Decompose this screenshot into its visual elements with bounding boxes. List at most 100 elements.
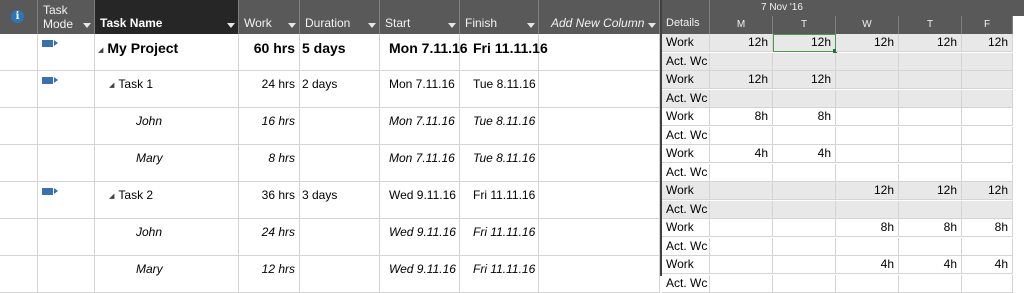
finish-cell[interactable]: Fri 11.11.16	[460, 256, 539, 293]
collapse-triangle-icon[interactable]: ◢	[109, 82, 114, 89]
finish-cell[interactable]: Tue 8.11.16	[460, 71, 539, 108]
name-cell[interactable]: ◢ Task 2	[95, 182, 239, 219]
timephased-cell[interactable]	[710, 89, 773, 108]
actual-work-detail-row[interactable]: Act. Wc	[662, 237, 1024, 256]
start-cell[interactable]: Mon 7.11.16	[380, 108, 460, 145]
timephased-cell[interactable]: 12h	[836, 34, 899, 52]
timephased-cell[interactable]: 12h	[710, 71, 773, 89]
work-cell[interactable]: 24 hrs	[239, 71, 300, 108]
timephased-cell[interactable]	[962, 108, 1013, 126]
timephased-cell[interactable]	[899, 200, 962, 219]
mode-cell[interactable]	[38, 145, 95, 182]
info-cell[interactable]	[0, 219, 38, 256]
chevron-down-icon[interactable]	[288, 23, 296, 28]
work-detail-row[interactable]: Work 12h 12h 12h	[662, 182, 1024, 200]
start-column-header[interactable]: Start	[380, 0, 460, 34]
info-cell[interactable]	[0, 108, 38, 145]
timephased-cell[interactable]	[962, 52, 1013, 71]
name-cell[interactable]: Mary	[95, 256, 239, 293]
timephased-cell[interactable]	[710, 237, 773, 256]
name-cell[interactable]: ◢ Task 1	[95, 71, 239, 108]
new-cell[interactable]	[539, 34, 660, 71]
finish-cell[interactable]: Tue 8.11.16	[460, 108, 539, 145]
task-name-column-header[interactable]: Task Name	[95, 0, 239, 34]
info-cell[interactable]	[0, 145, 38, 182]
timephased-cell[interactable]	[836, 200, 899, 219]
name-cell[interactable]: John	[95, 219, 239, 256]
add-new-column-header[interactable]: Add New Column	[539, 0, 660, 34]
new-cell[interactable]	[539, 219, 660, 256]
new-cell[interactable]	[539, 145, 660, 182]
start-cell[interactable]: Mon 7.11.16	[380, 145, 460, 182]
info-cell[interactable]	[0, 182, 38, 219]
work-detail-row[interactable]: Work 12h 12h 12h 12h 12h	[662, 34, 1024, 53]
duration-cell[interactable]: 2 days	[300, 71, 380, 108]
timephased-cell[interactable]	[899, 52, 962, 71]
mode-cell[interactable]	[38, 256, 95, 293]
timephased-cell[interactable]	[773, 219, 836, 237]
timephased-cell[interactable]	[773, 163, 836, 182]
timephased-cell[interactable]: 12h	[773, 71, 836, 89]
timephased-cell[interactable]: 8h	[836, 219, 899, 237]
actual-work-detail-row[interactable]: Act. Wc	[662, 200, 1024, 219]
timephased-cell[interactable]	[962, 145, 1013, 163]
timephased-cell[interactable]	[899, 108, 962, 126]
name-cell[interactable]: ◢ My Project	[95, 34, 239, 71]
table-row[interactable]: Mary 8 hrs Mon 7.11.16 Tue 8.11.16	[0, 145, 660, 182]
timephased-cell[interactable]	[836, 108, 899, 126]
timephased-cell[interactable]: 4h	[773, 145, 836, 163]
details-column-header[interactable]: Details	[662, 0, 710, 34]
timephased-cell[interactable]	[899, 145, 962, 163]
chevron-down-icon[interactable]	[648, 23, 656, 28]
timephased-cell[interactable]	[836, 126, 899, 145]
timephased-cell[interactable]	[962, 89, 1013, 108]
timephased-cell[interactable]	[710, 182, 773, 200]
chevron-down-icon[interactable]	[227, 23, 235, 28]
work-cell[interactable]: 12 hrs	[239, 256, 300, 293]
timephased-cell[interactable]	[962, 71, 1013, 89]
table-row[interactable]: Mary 12 hrs Wed 9.11.16 Fri 11.11.16	[0, 256, 660, 293]
timephased-cell[interactable]: 4h	[899, 256, 962, 274]
timephased-cell[interactable]	[836, 145, 899, 163]
timephased-cell[interactable]	[773, 182, 836, 200]
timephased-cell[interactable]	[710, 163, 773, 182]
finish-cell[interactable]: Fri 11.11.16	[460, 34, 548, 71]
timephased-cell[interactable]: 12h	[773, 34, 837, 53]
duration-cell[interactable]: 5 days	[300, 34, 380, 71]
start-cell[interactable]: Wed 9.11.16	[380, 256, 460, 293]
timephased-cell[interactable]: 12h	[710, 34, 773, 52]
start-cell[interactable]: Mon 7.11.16	[380, 71, 460, 108]
timephased-cell[interactable]: 4h	[962, 256, 1013, 274]
table-row[interactable]: John 16 hrs Mon 7.11.16 Tue 8.11.16	[0, 108, 660, 145]
actual-work-detail-row[interactable]: Act. Wc	[662, 126, 1024, 145]
new-cell[interactable]	[539, 182, 660, 219]
timephased-cell[interactable]: 8h	[773, 108, 836, 126]
work-detail-row[interactable]: Work 4h 4h	[662, 145, 1024, 163]
timephased-cell[interactable]	[962, 274, 1013, 293]
actual-work-detail-row[interactable]: Act. Wc	[662, 89, 1024, 108]
work-cell[interactable]: 60 hrs	[239, 34, 300, 71]
work-cell[interactable]: 16 hrs	[239, 108, 300, 145]
timephased-cell[interactable]	[962, 237, 1013, 256]
info-cell[interactable]	[0, 256, 38, 293]
timephased-cell[interactable]	[710, 200, 773, 219]
collapse-triangle-icon[interactable]: ◢	[109, 193, 114, 200]
start-cell[interactable]: Wed 9.11.16	[380, 219, 460, 256]
timephased-cell[interactable]	[773, 237, 836, 256]
timephased-cell[interactable]	[710, 126, 773, 145]
timephased-cell[interactable]	[899, 274, 962, 293]
info-cell[interactable]	[0, 71, 38, 108]
timephased-cell[interactable]	[836, 52, 899, 71]
work-detail-row[interactable]: Work 4h 4h 4h	[662, 256, 1024, 274]
timephased-cell[interactable]	[836, 274, 899, 293]
timephased-cell[interactable]	[836, 89, 899, 108]
duration-cell[interactable]: 3 days	[300, 182, 380, 219]
duration-cell[interactable]	[300, 219, 380, 256]
info-column-header[interactable]: i	[0, 0, 38, 34]
new-cell[interactable]	[539, 256, 660, 293]
timephased-cell[interactable]	[899, 163, 962, 182]
chevron-down-icon[interactable]	[448, 23, 456, 28]
timephased-cell[interactable]: 12h	[899, 34, 962, 52]
table-row[interactable]: ◢ My Project 60 hrs 5 days Mon 7.11.16 Fri 11…	[0, 34, 660, 71]
new-cell[interactable]	[539, 71, 660, 108]
